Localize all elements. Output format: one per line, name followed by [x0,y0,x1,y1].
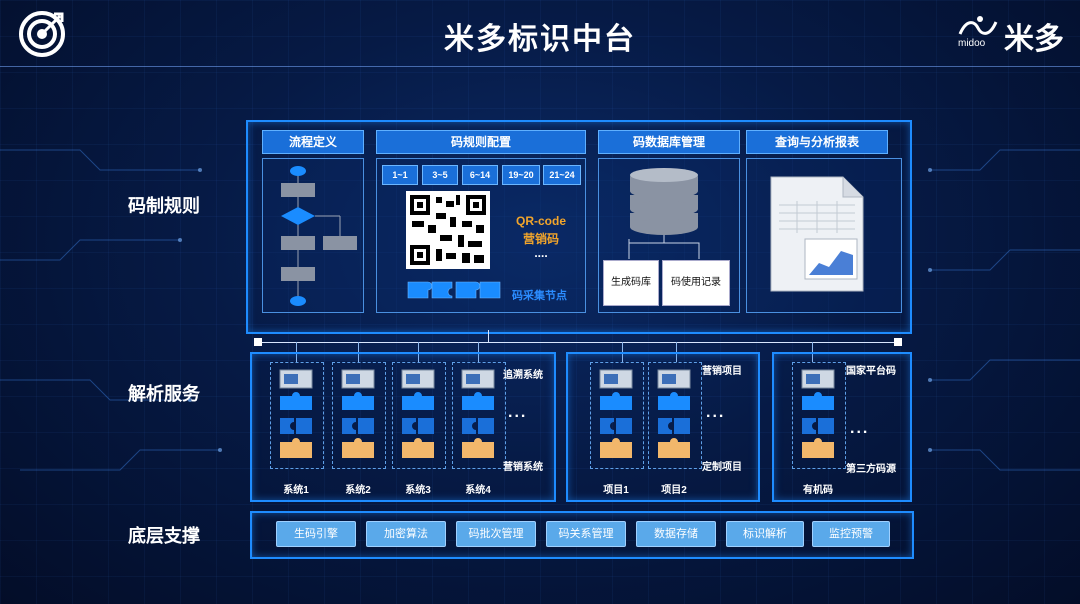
group3-bottom-text: 第三方码源 [846,464,896,475]
group1-top-text: 追溯系统 [503,370,543,381]
module-label: 系统2 [345,485,371,496]
module-label: 系统4 [465,485,491,496]
module-label: 项目2 [661,485,687,496]
module-label: 有机码 [803,485,833,496]
group3-ellipsis: ... [850,420,870,437]
support-item: 加密算法 [366,521,446,547]
group2-ellipsis: ... [706,404,726,421]
support-item: 数据存储 [636,521,716,547]
module-label: 系统1 [283,485,309,496]
support-item: 监控预警 [812,521,890,547]
support-item: 码批次管理 [456,521,536,547]
module-label: 项目1 [603,485,629,496]
support-item: 生码引擎 [276,521,356,547]
group3-top-text: 国家平台码 [846,366,896,377]
group1-bottom-text: 营销系统 [503,462,543,473]
group2-top-text: 营销项目 [702,366,742,377]
support-item: 码关系管理 [546,521,626,547]
support-item: 标识解析 [726,521,804,547]
module-label: 系统3 [405,485,431,496]
group2-bottom-text: 定制项目 [702,462,742,473]
group1-ellipsis: ... [508,404,528,421]
